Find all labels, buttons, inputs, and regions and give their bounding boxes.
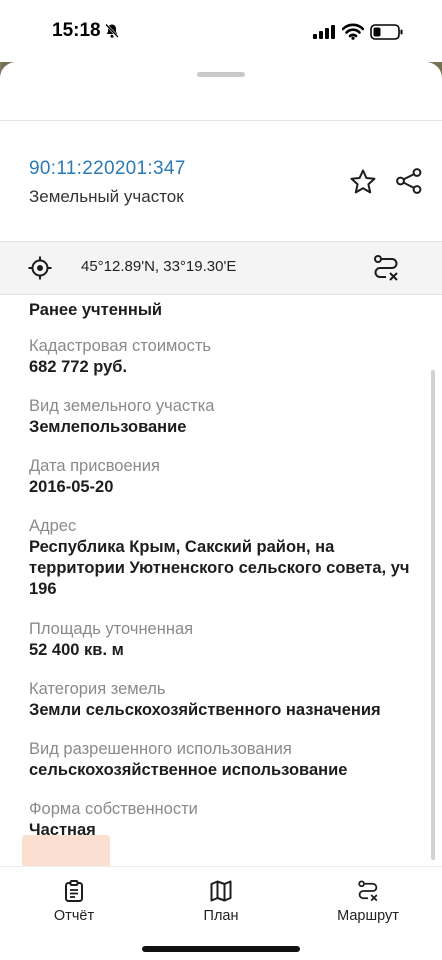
bell-slash-icon bbox=[105, 23, 119, 38]
detail-label: Дата присвоения bbox=[29, 457, 160, 475]
coordinates-row: 45°12.89'N, 33°19.30'E bbox=[0, 242, 442, 294]
detail-value: Земли сельскохозяйственного назначения bbox=[29, 701, 381, 719]
detail-label: Площадь уточненная bbox=[29, 620, 194, 638]
tab-plan-label: План bbox=[203, 908, 239, 924]
detail-item-land-category: Категория земель Земли сельскохозяйствен… bbox=[29, 678, 424, 721]
map-icon bbox=[210, 880, 232, 902]
star-icon[interactable] bbox=[348, 167, 378, 197]
scrollbar[interactable] bbox=[431, 370, 435, 860]
detail-item-address: Адрес Республика Крым, Сакский район, на… bbox=[29, 515, 424, 600]
detail-item-land-type: Вид земельного участка Землепользование bbox=[29, 395, 424, 438]
detail-value: 682 772 руб. bbox=[29, 358, 128, 376]
report-clipboard-icon bbox=[65, 880, 83, 902]
status-time: 15:18 bbox=[52, 20, 101, 41]
route-clear-icon bbox=[358, 880, 378, 902]
detail-label: Адрес bbox=[29, 517, 77, 535]
detail-label: Форма собственности bbox=[29, 800, 198, 818]
object-type: Земельный участок bbox=[29, 187, 184, 206]
cellular-signal-icon bbox=[313, 25, 335, 39]
coordinates-text[interactable]: 45°12.89'N, 33°19.30'E bbox=[81, 258, 236, 275]
detail-value: сельскохозяйственное использование bbox=[29, 761, 348, 779]
detail-item-area: Площадь уточненная 52 400 кв. м bbox=[29, 618, 424, 661]
detail-label: Кадастровая стоимость bbox=[29, 337, 211, 355]
details-list[interactable]: Ранее учтенный Кадастровая стоимость 682… bbox=[0, 294, 442, 866]
divider bbox=[0, 120, 442, 121]
battery-icon bbox=[370, 24, 403, 40]
bottom-sheet: 90:11:220201:347 Земельный участок 45°12… bbox=[0, 62, 442, 960]
detail-value: Республика Крым, Сакский район, на терри… bbox=[29, 538, 410, 598]
detail-value: Ранее учтенный bbox=[29, 301, 163, 319]
tab-plan[interactable]: План bbox=[166, 867, 276, 929]
home-indicator bbox=[142, 946, 300, 952]
tab-report-label: Отчёт bbox=[53, 908, 95, 924]
status-bar: 15:18 bbox=[0, 0, 442, 62]
tab-report[interactable]: Отчёт bbox=[19, 867, 129, 929]
detail-value: Землепользование bbox=[29, 418, 187, 436]
detail-label: Вид разрешенного использования bbox=[29, 740, 292, 758]
detail-item-permitted-use: Вид разрешенного использования сельскохо… bbox=[29, 738, 424, 781]
wifi-icon bbox=[342, 23, 364, 40]
cadastral-number[interactable]: 90:11:220201:347 bbox=[29, 158, 186, 180]
route-clear-icon[interactable] bbox=[371, 253, 401, 283]
sheet-grabber[interactable] bbox=[197, 72, 245, 77]
detail-label: Вид земельного участка bbox=[29, 397, 215, 415]
detail-item-status: Ранее учтенный bbox=[29, 300, 424, 321]
location-target-icon[interactable] bbox=[28, 256, 52, 280]
detail-item-assigned-date: Дата присвоения 2016-05-20 bbox=[29, 455, 424, 498]
detail-item-cadastral-value: Кадастровая стоимость 682 772 руб. bbox=[29, 335, 424, 378]
detail-value: 52 400 кв. м bbox=[29, 641, 124, 659]
share-icon[interactable] bbox=[394, 166, 424, 196]
tab-route-label: Маршрут bbox=[337, 908, 399, 924]
detail-label: Категория земель bbox=[29, 680, 166, 698]
tab-route[interactable]: Маршрут bbox=[313, 867, 423, 929]
detail-value: 2016-05-20 bbox=[29, 478, 114, 496]
